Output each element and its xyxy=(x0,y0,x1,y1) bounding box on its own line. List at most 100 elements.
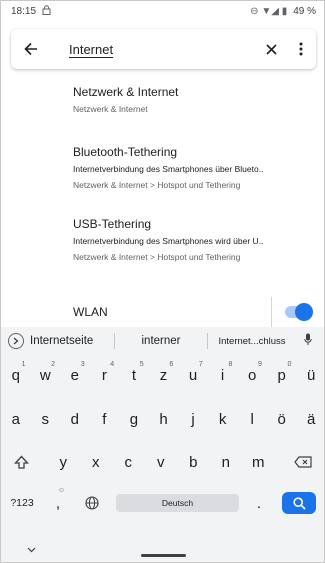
key-number-hint: 0 xyxy=(287,361,292,368)
chevron-down-icon[interactable] xyxy=(27,544,36,556)
key-j[interactable]: j xyxy=(178,401,208,437)
key-k[interactable]: k xyxy=(208,401,238,437)
key-number-hint: 6 xyxy=(169,361,174,368)
on-screen-keyboard: Internetseite interner Internet...chluss… xyxy=(1,327,324,562)
status-icons: ⊖ ▼◢ ▮ xyxy=(250,5,288,17)
wlan-row[interactable]: WLAN xyxy=(1,297,324,327)
suggestion-1[interactable]: Internetseite xyxy=(30,335,114,347)
key-number-hint: 4 xyxy=(110,361,115,368)
key-g[interactable]: g xyxy=(119,401,149,437)
key-m[interactable]: m xyxy=(242,444,275,480)
key-c[interactable]: c xyxy=(112,444,145,480)
symbols-key[interactable]: ?123 xyxy=(5,485,39,521)
key-label: w xyxy=(39,366,51,384)
more-vert-icon[interactable] xyxy=(286,29,316,69)
search-bar: Internet xyxy=(11,29,316,69)
status-time: 18:15 xyxy=(11,5,37,17)
key-row-1: q1w2e3r4t5z6u7i8o9p0ü xyxy=(1,357,324,393)
key-label: ü xyxy=(307,366,316,384)
key-label: r xyxy=(101,366,107,384)
navigation-bar xyxy=(1,542,324,562)
result-summary: Internetverbindung des Smartphones über … xyxy=(73,164,264,174)
close-icon[interactable] xyxy=(256,29,286,69)
suggestion-strip: Internetseite interner Internet...chluss xyxy=(1,327,324,355)
result-item[interactable]: USB-Tethering Internetverbindung des Sma… xyxy=(73,217,316,262)
battery-percent: 49 % xyxy=(293,5,316,17)
shift-icon[interactable] xyxy=(5,444,37,480)
result-item[interactable]: Netzwerk & Internet Netzwerk & Internet xyxy=(73,85,316,114)
chevron-right-icon[interactable] xyxy=(8,333,24,349)
key-number-hint: 3 xyxy=(80,361,85,368)
key-z[interactable]: z6 xyxy=(149,357,179,393)
suggestion-2[interactable]: interner xyxy=(115,335,207,347)
result-item[interactable]: Bluetooth-Tethering Internetverbindung d… xyxy=(73,145,316,190)
key-row-4: ?123 , ☺ Deutsch . xyxy=(1,485,324,521)
key-n[interactable]: n xyxy=(210,444,243,480)
result-path: Netzwerk & Internet xyxy=(73,104,148,114)
key-t[interactable]: t5 xyxy=(119,357,149,393)
result-title: Bluetooth-Tethering xyxy=(73,145,178,159)
result-title: USB-Tethering xyxy=(73,217,152,231)
key-q[interactable]: q1 xyxy=(1,357,31,393)
key-r[interactable]: r4 xyxy=(90,357,120,393)
wlan-toggle[interactable] xyxy=(285,303,313,321)
result-title: Netzwerk & Internet xyxy=(73,85,179,99)
key-f[interactable]: f xyxy=(90,401,120,437)
comma-label: , xyxy=(55,494,61,512)
key-y[interactable]: y xyxy=(47,444,80,480)
key-p[interactable]: p0 xyxy=(267,357,297,393)
key-number-hint: 8 xyxy=(228,361,233,368)
key-row-2: asdfghjklöä xyxy=(1,401,324,437)
status-bar: 18:15 ⊖ ▼◢ ▮ 49 % xyxy=(1,1,324,21)
comma-key[interactable]: , ☺ xyxy=(47,485,69,521)
key-ö[interactable]: ö xyxy=(267,401,297,437)
space-key[interactable]: Deutsch xyxy=(116,494,239,512)
key-o[interactable]: o9 xyxy=(237,357,267,393)
key-u[interactable]: u7 xyxy=(178,357,208,393)
key-h[interactable]: h xyxy=(149,401,179,437)
key-label: e xyxy=(70,366,80,384)
key-ü[interactable]: ü xyxy=(296,357,324,393)
key-number-hint: 5 xyxy=(139,361,144,368)
search-icon[interactable] xyxy=(282,492,316,514)
key-l[interactable]: l xyxy=(237,401,267,437)
key-s[interactable]: s xyxy=(31,401,61,437)
home-gesture-handle[interactable] xyxy=(141,554,186,557)
arrow-back-icon[interactable] xyxy=(11,29,51,69)
globe-icon[interactable] xyxy=(77,485,107,521)
key-label: z xyxy=(159,366,168,384)
key-row-3: yxcvbnm xyxy=(1,444,324,480)
result-summary: Internetverbindung des Smartphones wird … xyxy=(73,236,264,246)
key-label: u xyxy=(188,366,198,384)
key-a[interactable]: a xyxy=(1,401,31,437)
result-path: Netzwerk & Internet > Hotspot und Tether… xyxy=(73,252,241,262)
key-label: i xyxy=(220,366,225,384)
backspace-icon[interactable] xyxy=(285,444,321,480)
lock-icon xyxy=(42,4,51,18)
key-label: o xyxy=(247,366,257,384)
key-number-hint: 9 xyxy=(257,361,262,368)
settings-search-screen: 18:15 ⊖ ▼◢ ▮ 49 % Internet Netzwerk & In… xyxy=(0,0,325,563)
period-key[interactable]: . xyxy=(249,485,269,521)
key-number-hint: 1 xyxy=(21,361,26,368)
key-d[interactable]: d xyxy=(60,401,90,437)
key-number-hint: 2 xyxy=(51,361,56,368)
key-label: p xyxy=(277,366,286,384)
key-e[interactable]: e3 xyxy=(60,357,90,393)
result-path: Netzwerk & Internet > Hotspot und Tether… xyxy=(73,180,241,190)
mic-icon[interactable] xyxy=(296,333,320,349)
suggestion-3[interactable]: Internet...chluss xyxy=(208,336,296,347)
key-v[interactable]: v xyxy=(145,444,178,480)
search-input[interactable]: Internet xyxy=(51,42,256,57)
key-label: t xyxy=(131,366,137,384)
toggle-knob xyxy=(295,303,313,321)
key-b[interactable]: b xyxy=(177,444,210,480)
divider xyxy=(271,297,272,327)
key-w[interactable]: w2 xyxy=(31,357,61,393)
key-ä[interactable]: ä xyxy=(296,401,324,437)
key-label: q xyxy=(11,366,20,384)
key-x[interactable]: x xyxy=(80,444,113,480)
wlan-label: WLAN xyxy=(73,305,108,319)
key-i[interactable]: i8 xyxy=(208,357,238,393)
key-number-hint: 7 xyxy=(198,361,203,368)
